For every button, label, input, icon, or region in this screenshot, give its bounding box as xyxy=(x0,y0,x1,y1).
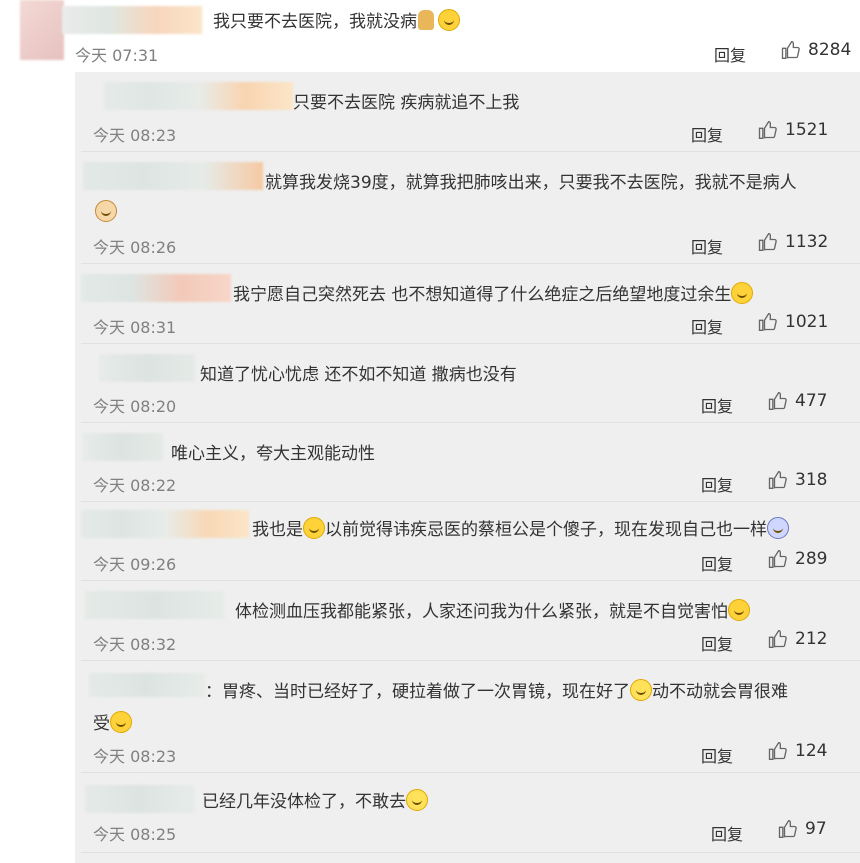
reply-button[interactable]: 回复 xyxy=(701,472,733,496)
reply-text: 唯心主义，夸大主观能动性 xyxy=(171,444,375,464)
reply-item: 知道了忧心忧虑 还不如不知道 撒病也没有 今天 08:20 回复 477 xyxy=(75,344,860,423)
thumbs-up-icon xyxy=(768,470,787,489)
thumbs-up-icon xyxy=(781,40,800,59)
reply-text: 只要不去医院 疾病就追不上我 xyxy=(293,93,520,113)
reply-button[interactable]: 回复 xyxy=(701,551,733,575)
reply-button[interactable]: 回复 xyxy=(691,234,723,258)
username-redacted[interactable] xyxy=(81,274,231,302)
like-button[interactable]: 212 xyxy=(767,629,827,649)
reply-text: 体检测血压我都能紧张，人家还问我为什么紧张，就是不自觉害怕 xyxy=(235,597,750,622)
like-count: 1132 xyxy=(785,232,829,252)
emoji-shocked-icon xyxy=(767,517,789,539)
comment-time: 今天 07:31 xyxy=(75,46,159,65)
like-count: 97 xyxy=(805,819,827,839)
username-redacted[interactable] xyxy=(83,433,163,461)
username-redacted[interactable] xyxy=(99,354,195,382)
like-button[interactable]: 97 xyxy=(777,819,827,839)
thumbs-up-icon xyxy=(758,232,777,251)
reply-item: 已经几年没体检了，不敢去 今天 08:25 回复 97 xyxy=(75,773,860,853)
username-redacted[interactable] xyxy=(81,510,249,538)
thumbs-up-icon xyxy=(768,391,787,410)
reply-item: 我宁愿自己突然死去 也不想知道得了什么绝症之后绝望地度过余生 今天 08:31 … xyxy=(75,264,860,344)
username-redacted[interactable] xyxy=(85,591,225,619)
like-button[interactable]: 289 xyxy=(767,549,827,569)
like-button[interactable]: 318 xyxy=(767,470,827,490)
like-count: 8284 xyxy=(808,40,852,60)
reply-button[interactable]: 回复 xyxy=(691,122,723,146)
like-button[interactable]: 1021 xyxy=(757,312,828,332)
emoji-crying-laughing-icon xyxy=(438,9,460,31)
reply-text: 我宁愿自己突然死去 也不想知道得了什么绝症之后绝望地度过余生 xyxy=(233,280,754,305)
reply-time: 今天 08:26 xyxy=(93,238,177,257)
top-comment: 我只要不去医院，我就没病 今天 07:31 回复 8284 xyxy=(0,0,860,70)
like-count: 477 xyxy=(795,391,828,411)
thumbs-up-icon xyxy=(758,120,777,139)
reply-button[interactable]: 回复 xyxy=(691,314,723,338)
reply-text: ：胃疼、当时已经好了，硬拉着做了一次胃镜，现在好了 动不动就会胃很难 xyxy=(205,677,788,702)
emoji-crying-laughing-icon xyxy=(728,599,750,621)
emoji-tearful-icon xyxy=(110,711,132,733)
reply-item: ：胃疼、当时已经好了，硬拉着做了一次胃镜，现在好了 动不动就会胃很难 受 今天 0… xyxy=(75,661,860,773)
reply-time: 今天 09:26 xyxy=(93,555,177,574)
emoji-person-icon xyxy=(418,10,434,30)
reply-item: 我也是 以前觉得讳疾忌医的蔡桓公是个傻子，现在发现自己也一样 今天 09:26 回… xyxy=(75,502,860,581)
thumbs-up-icon xyxy=(758,312,777,331)
reply-button[interactable]: 回复 xyxy=(701,743,733,767)
emoji-smile-icon xyxy=(630,679,652,701)
like-count: 289 xyxy=(795,549,828,569)
thumbs-up-icon xyxy=(778,819,797,838)
reply-button[interactable]: 回复 xyxy=(701,393,733,417)
username-redacted[interactable] xyxy=(89,673,205,697)
reply-item: 就算我发烧39度，就算我把肺咳出来，只要我不去医院，我就不是病人 今天 08:2… xyxy=(75,152,860,264)
reply-text: 已经几年没体检了，不敢去 xyxy=(202,787,428,812)
username-redacted[interactable] xyxy=(85,785,195,813)
reply-item: 唯心主义，夸大主观能动性 今天 08:22 回复 318 xyxy=(75,423,860,502)
reply-button[interactable]: 回复 xyxy=(711,821,743,845)
reply-time: 今天 08:23 xyxy=(93,126,177,145)
reply-item: 只要不去医院 疾病就追不上我 今天 08:23 回复 1521 xyxy=(75,72,860,152)
username-redacted[interactable] xyxy=(62,6,202,34)
emoji-crying-laughing-icon xyxy=(731,282,754,304)
reply-time: 今天 08:20 xyxy=(93,397,177,416)
emoji-crying-laughing-icon xyxy=(303,517,325,539)
reply-item: 体检测血压我都能紧张，人家还问我为什么紧张，就是不自觉害怕 今天 08:32 回… xyxy=(75,581,860,661)
reply-text: 就算我发烧39度，就算我把肺咳出来，只要我不去医院，我就不是病人 xyxy=(265,173,797,193)
thumbs-up-icon xyxy=(768,741,787,760)
like-button[interactable]: 8284 xyxy=(780,40,851,60)
reply-time: 今天 08:23 xyxy=(93,747,177,766)
replies-panel: 只要不去医院 疾病就追不上我 今天 08:23 回复 1521 就算我发烧39度… xyxy=(75,72,860,863)
like-button[interactable]: 124 xyxy=(767,741,827,761)
reply-text: 我也是 以前觉得讳疾忌医的蔡桓公是个傻子，现在发现自己也一样 xyxy=(252,515,789,540)
like-count: 124 xyxy=(795,741,828,761)
comment-text: 我只要不去医院，我就没病 xyxy=(213,7,460,32)
avatar[interactable] xyxy=(20,0,64,60)
reply-button[interactable]: 回复 xyxy=(701,631,733,655)
divider xyxy=(81,852,860,853)
like-button[interactable]: 1521 xyxy=(757,120,828,140)
reply-text-continued: 受 xyxy=(93,709,132,734)
reply-time: 今天 08:32 xyxy=(93,635,177,654)
reply-time: 今天 08:22 xyxy=(93,476,177,495)
thumbs-up-icon xyxy=(768,549,787,568)
emoji-smile-icon xyxy=(406,789,428,811)
username-redacted[interactable] xyxy=(103,82,293,110)
reply-time: 今天 08:31 xyxy=(93,318,177,337)
thumbs-up-icon xyxy=(768,629,787,648)
reply-button[interactable]: 回复 xyxy=(714,42,746,66)
emoji-doge-icon xyxy=(95,200,117,222)
like-count: 1021 xyxy=(785,312,829,332)
username-redacted[interactable] xyxy=(83,162,263,190)
like-count: 212 xyxy=(795,629,828,649)
comment-thread: 我只要不去医院，我就没病 今天 07:31 回复 8284 只要不去医院 疾病就… xyxy=(0,0,860,863)
reply-text: 知道了忧心忧虑 还不如不知道 撒病也没有 xyxy=(200,365,517,385)
reply-time: 今天 08:25 xyxy=(93,825,177,844)
like-count: 318 xyxy=(795,470,828,490)
like-button[interactable]: 477 xyxy=(767,391,827,411)
like-count: 1521 xyxy=(785,120,829,140)
like-button[interactable]: 1132 xyxy=(757,232,828,252)
